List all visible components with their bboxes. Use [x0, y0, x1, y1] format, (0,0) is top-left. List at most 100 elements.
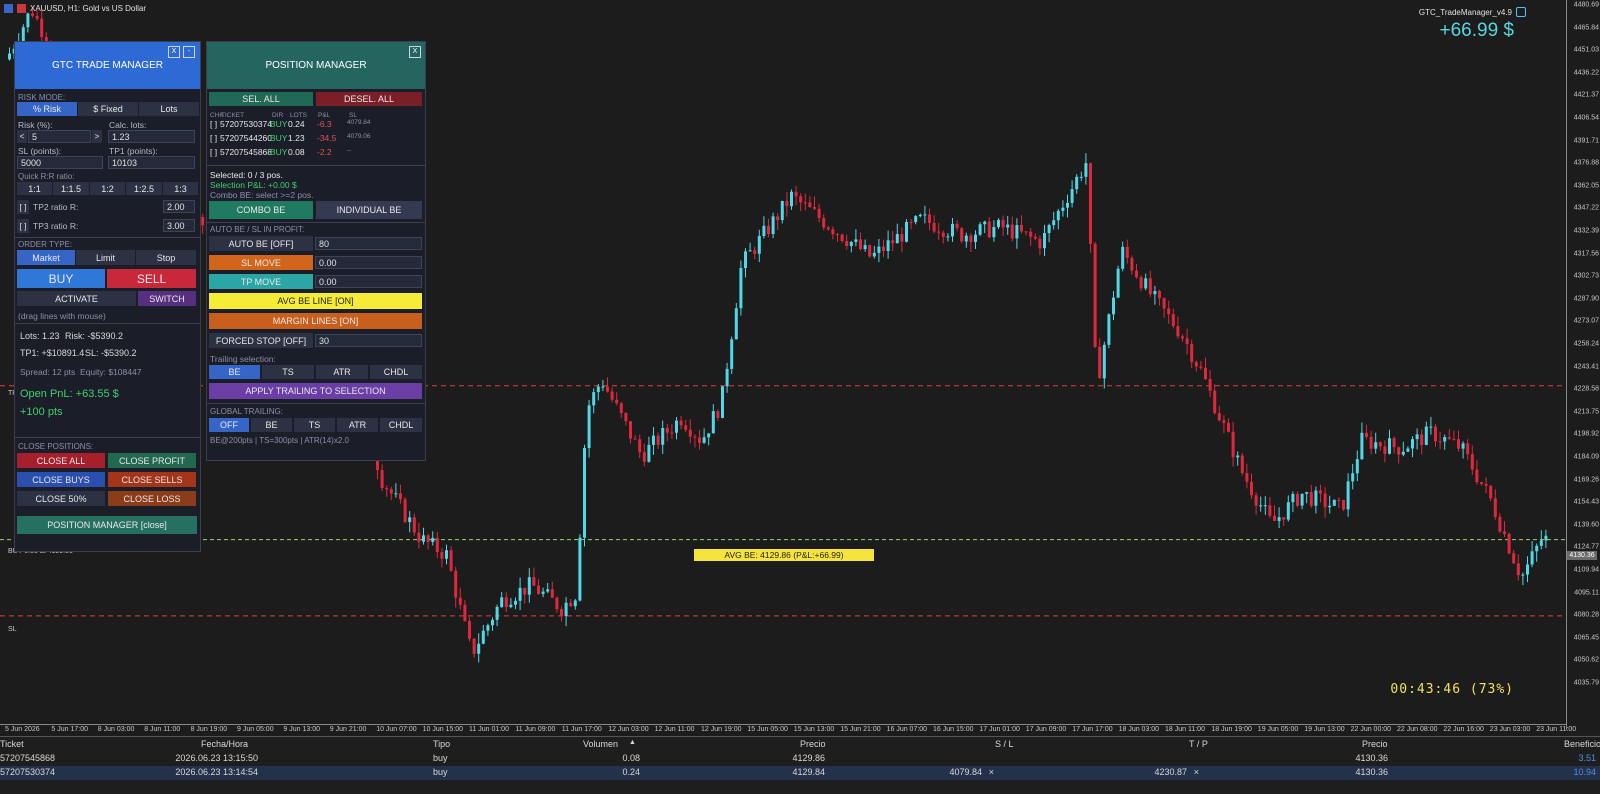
bullish-candle	[757, 229, 761, 263]
activate-button[interactable]: ACTIVATE	[17, 291, 136, 306]
trailing-ts-button[interactable]: TS	[262, 365, 314, 379]
bullish-candle	[1360, 422, 1364, 461]
buy-button[interactable]: BUY	[17, 269, 105, 288]
position-manager-toggle-button[interactable]: POSITION MANAGER [close]	[17, 516, 197, 534]
ea-hat-icon[interactable]	[1516, 7, 1526, 17]
price-axis[interactable]: 4480.69 4465.84 4451.03 4436.22 4421.37 4406.…	[1566, 0, 1600, 730]
order-type-limit-button[interactable]: Limit	[76, 250, 135, 265]
chart-menu-icon[interactable]	[4, 4, 13, 13]
global-be-button[interactable]: BE	[251, 418, 292, 432]
close-profit-button[interactable]: CLOSE PROFIT	[108, 453, 196, 468]
header-price[interactable]: Precio	[800, 739, 826, 749]
individual-be-button[interactable]: INDIVIDUAL BE	[316, 201, 422, 219]
price-tick-label: 4436.22	[1573, 69, 1599, 77]
risk-mode-lots-button[interactable]: Lots	[139, 102, 199, 116]
header-time[interactable]: Fecha/Hora	[201, 739, 248, 749]
global-trailing-label: GLOBAL TRAILING:	[210, 407, 283, 416]
avg-be-line-toggle-button[interactable]: AVG BE LINE [ON]	[209, 293, 422, 309]
risk-mode-fixed-button[interactable]: $ Fixed	[78, 102, 138, 116]
header-ticket[interactable]: Ticket	[0, 739, 24, 749]
deselect-all-button[interactable]: DESEL. ALL	[316, 92, 422, 106]
rr-1-2-button[interactable]: 1:2	[90, 182, 125, 195]
sell-button[interactable]: SELL	[107, 269, 196, 288]
tp1-points-input[interactable]: 10103	[108, 156, 195, 169]
table-row[interactable]: 57207545868 2026.06.23 13:15:50 buy 0.08 412…	[0, 752, 1600, 766]
chart-settings-icon[interactable]	[17, 4, 26, 13]
global-off-button[interactable]: OFF	[209, 418, 249, 432]
switch-button[interactable]: SWITCH	[138, 291, 196, 306]
forced-stop-toggle-button[interactable]: FORCED STOP [OFF]	[209, 333, 313, 348]
auto-be-input[interactable]: 80	[315, 237, 422, 250]
header-type[interactable]: Tipo	[433, 739, 450, 749]
bearish-candle	[900, 227, 904, 253]
header-tp[interactable]: T / P	[1189, 739, 1208, 749]
tp-move-button[interactable]: TP MOVE	[209, 274, 313, 289]
header-current-price[interactable]: Precio	[1362, 739, 1388, 749]
rr-1-2.5-button[interactable]: 1:2.5	[126, 182, 162, 195]
risk-mode-percent-button[interactable]: % Risk	[17, 102, 77, 116]
trailing-chdl-button[interactable]: CHDL	[370, 365, 422, 379]
risk-increase-button[interactable]: >	[92, 130, 102, 143]
apply-trailing-button[interactable]: APPLY TRAILING TO SELECTION	[209, 383, 422, 399]
gtc-close-button[interactable]: X	[168, 46, 180, 58]
pm-row-ticket: 57207544260	[220, 133, 273, 143]
bullish-candle	[1263, 496, 1267, 515]
bearish-candle	[417, 522, 421, 549]
close-sells-button[interactable]: CLOSE SELLS	[108, 472, 196, 487]
risk-pct-input[interactable]: 5	[28, 130, 91, 143]
sl-points-label: SL (points):	[18, 146, 62, 156]
tp3-checkbox[interactable]: [ ]	[17, 219, 29, 233]
auto-be-toggle-button[interactable]: AUTO BE [OFF]	[209, 236, 313, 251]
sl-move-button[interactable]: SL MOVE	[209, 255, 313, 270]
tp3-ratio-input[interactable]: 3.00	[163, 219, 195, 232]
tp-move-input[interactable]: 0.00	[315, 275, 422, 288]
bearish-candle	[776, 213, 780, 230]
tp2-ratio-input[interactable]: 2.00	[163, 200, 195, 213]
global-chdl-button[interactable]: CHDL	[380, 418, 422, 432]
sl-move-input[interactable]: 0.00	[315, 256, 422, 269]
remove-tp-icon[interactable]: ×	[1194, 767, 1199, 777]
tp2-checkbox[interactable]: [ ]	[17, 200, 29, 214]
rr-1-1.5-button[interactable]: 1:1.5	[53, 182, 89, 195]
risk-decrease-button[interactable]: <	[17, 130, 27, 143]
close-all-button[interactable]: CLOSE ALL	[17, 453, 105, 468]
spread-info: Spread: 12 pts	[20, 367, 76, 377]
global-atr-button[interactable]: ATR	[337, 418, 378, 432]
trailing-be-button[interactable]: BE	[209, 365, 260, 379]
header-volume[interactable]: Volumen	[583, 739, 618, 749]
sort-asc-icon[interactable]: ▲	[629, 739, 636, 746]
pm-row-checkbox[interactable]: [ ]	[210, 119, 217, 129]
table-row[interactable]: 57207530374 2026.06.23 13:14:54 buy 0.24 412…	[0, 766, 1600, 780]
avg-be-box[interactable]: AVG BE: 4129.86 (P&L:+66.99)	[694, 549, 874, 561]
margin-lines-toggle-button[interactable]: MARGIN LINES [ON]	[209, 313, 422, 329]
sl-points-input[interactable]: 5000	[17, 156, 103, 169]
pm-header[interactable]: POSITION MANAGER	[207, 42, 425, 89]
bullish-candle	[1056, 208, 1060, 230]
gtc-minimize-button[interactable]: -	[183, 46, 195, 58]
rr-1-1-button[interactable]: 1:1	[17, 182, 52, 195]
bearish-candle	[449, 546, 453, 572]
bearish-candle	[670, 424, 674, 439]
bearish-candle	[794, 185, 798, 206]
select-all-button[interactable]: SEL. ALL	[209, 92, 313, 106]
close-50-button[interactable]: CLOSE 50%	[17, 491, 105, 506]
pm-row-checkbox[interactable]: [ ]	[210, 133, 217, 143]
header-sl[interactable]: S / L	[995, 739, 1014, 749]
bearish-candle	[753, 246, 757, 260]
order-type-market-button[interactable]: Market	[17, 250, 75, 265]
global-ts-button[interactable]: TS	[294, 418, 335, 432]
close-loss-button[interactable]: CLOSE LOSS	[108, 491, 196, 506]
pm-row-checkbox[interactable]: [ ]	[210, 147, 217, 157]
order-type-stop-button[interactable]: Stop	[136, 250, 196, 265]
combo-be-button[interactable]: COMBO BE	[209, 201, 313, 219]
forced-stop-input[interactable]: 30	[315, 334, 422, 347]
close-buys-button[interactable]: CLOSE BUYS	[17, 472, 105, 487]
cell-sl: 4079.84	[949, 767, 982, 777]
header-profit[interactable]: Beneficio	[1564, 739, 1600, 749]
remove-sl-icon[interactable]: ×	[989, 767, 994, 777]
rr-1-3-button[interactable]: 1:3	[163, 182, 198, 195]
trailing-atr-button[interactable]: ATR	[316, 365, 368, 379]
auto-be-section-label: AUTO BE / SL IN PROFIT:	[210, 225, 305, 234]
bullish-candle	[702, 428, 706, 444]
pm-close-button[interactable]: X	[409, 46, 421, 58]
